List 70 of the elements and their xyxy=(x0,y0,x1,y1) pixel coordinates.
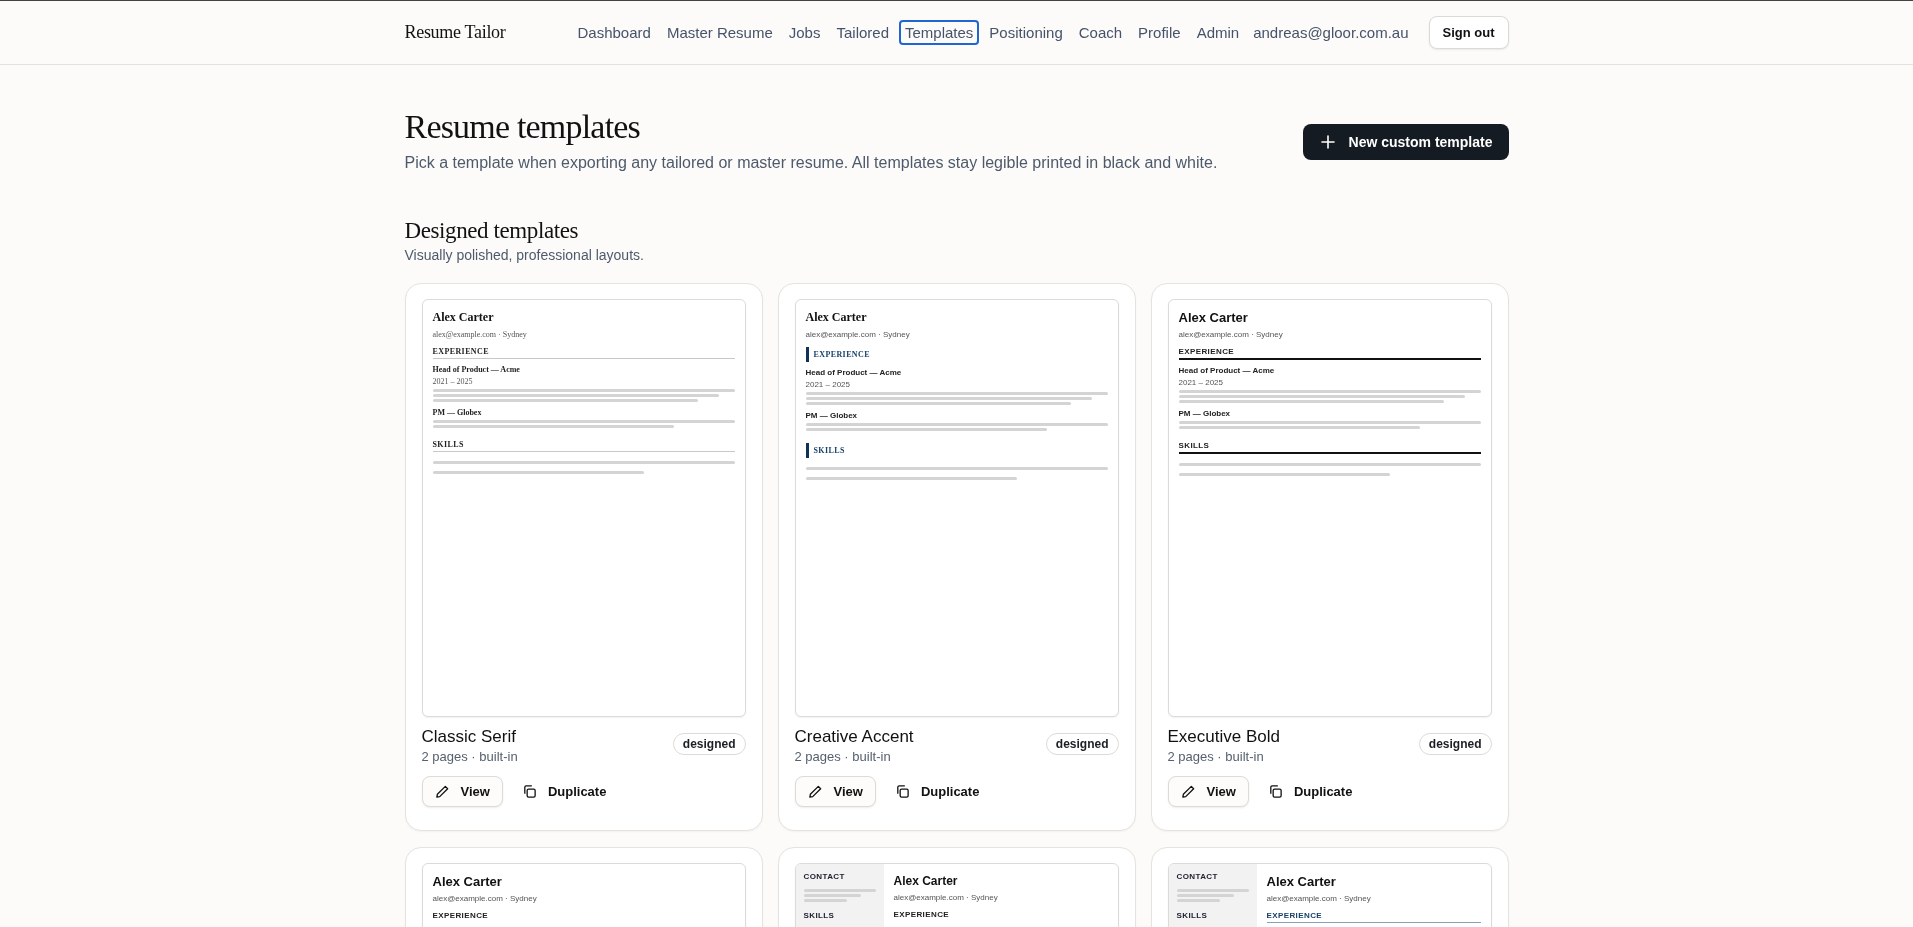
view-button[interactable]: View xyxy=(1167,776,1249,807)
nav-link[interactable]: Jobs xyxy=(782,20,827,45)
duplicate-button[interactable]: Duplicate xyxy=(893,776,993,807)
preview-contact: alex@example.com · Sydney xyxy=(893,893,999,902)
template-name: Executive Bold xyxy=(1167,727,1280,747)
nav-link[interactable]: Admin xyxy=(1190,20,1246,45)
preview-name: Alex Carter xyxy=(1178,310,1249,325)
copy-icon xyxy=(521,784,537,799)
preview-job-title: Head of Product — Acme xyxy=(1178,366,1276,375)
preview-job-title: PM — Globex xyxy=(805,411,859,420)
copy-icon xyxy=(894,784,910,799)
template-name: Classic Serif xyxy=(421,727,517,747)
duplicate-button[interactable]: Duplicate xyxy=(520,776,620,807)
preview-name: Alex Carter xyxy=(1266,874,1337,889)
template-meta: 2 pages · built-in xyxy=(794,749,892,764)
preview-contact: alex@example.com · Sydney xyxy=(805,330,911,339)
preview-section-heading: EXPERIENCE xyxy=(805,347,1108,362)
nav-link[interactable]: Dashboard xyxy=(571,20,657,45)
section-title: Designed templates xyxy=(404,218,580,244)
template-meta: 2 pages · built-in xyxy=(1167,749,1265,764)
page-subtitle: Pick a template when exporting any tailored or master resume. All templates stay legible printed in black and white. xyxy=(404,154,1218,172)
preview-section-heading: EXPERIENCE xyxy=(1178,347,1481,360)
nav-link[interactable]: Master Resume xyxy=(660,20,779,45)
preview-dates: 2021 – 2025 xyxy=(805,380,851,389)
brand-logo[interactable]: Resume Tailor xyxy=(404,22,506,43)
preview-section-heading: SKILLS xyxy=(803,911,836,922)
preview-section-heading: SKILLS xyxy=(805,443,1108,458)
section-subtitle: Visually polished, professional layouts. xyxy=(404,247,645,263)
preview-section-heading: EXPERIENCE xyxy=(432,347,735,359)
preview-contact: alex@example.com · Sydney xyxy=(432,330,528,339)
preview-name: Alex Carter xyxy=(432,310,495,325)
preview-section-heading: SKILLS xyxy=(1176,911,1209,922)
preview-dates: 2021 – 2025 xyxy=(432,377,474,386)
sign-out-button[interactable]: Sign out xyxy=(1428,16,1509,49)
preview-job-title: PM — Globex xyxy=(1178,409,1232,418)
template-meta: 2 pages · built-in xyxy=(421,749,518,764)
template-name: Creative Accent xyxy=(794,727,914,747)
nav-link[interactable]: Tailored xyxy=(830,20,895,45)
preview-name: Alex Carter xyxy=(432,874,503,889)
copy-icon xyxy=(1267,784,1283,799)
preview-section-heading: EXPERIENCE xyxy=(1266,911,1481,923)
preview-section-heading: EXPERIENCE xyxy=(893,910,951,921)
nav-link[interactable]: Positioning xyxy=(983,20,1069,45)
preview-contact: alex@example.com · Sydney xyxy=(1266,894,1372,903)
preview-section-heading: SKILLS xyxy=(1178,441,1481,454)
preview-contact: alex@example.com · Sydney xyxy=(432,894,538,903)
pencil-icon xyxy=(434,784,450,799)
preview-name: Alex Carter xyxy=(893,874,959,888)
nav-link[interactable]: Profile xyxy=(1132,20,1187,45)
preview-contact: alex@example.com · Sydney xyxy=(1178,330,1284,339)
preview-section-heading: EXPERIENCE xyxy=(432,911,490,922)
new-template-button[interactable]: New custom template xyxy=(1302,124,1509,160)
preview-job-title: PM — Globex xyxy=(432,408,483,417)
preview-job-title: Head of Product — Acme xyxy=(432,365,521,374)
nav-link[interactable]: Coach xyxy=(1072,20,1129,45)
preview-section-heading: SKILLS xyxy=(432,440,735,452)
pencil-icon xyxy=(1180,784,1196,799)
view-button[interactable]: View xyxy=(794,776,876,807)
nav-link[interactable]: Templates xyxy=(899,20,980,45)
preview-section-heading: CONTACT xyxy=(803,872,846,883)
user-email: andreas@gloor.com.au xyxy=(1253,24,1409,41)
preview-name: Alex Carter xyxy=(805,310,868,325)
preview-job-title: Head of Product — Acme xyxy=(805,368,903,377)
plus-icon xyxy=(1320,135,1335,149)
page-title: Resume templates xyxy=(404,108,642,146)
view-button[interactable]: View xyxy=(421,776,503,807)
duplicate-button[interactable]: Duplicate xyxy=(1266,776,1366,807)
preview-section-heading: CONTACT xyxy=(1176,872,1219,883)
pencil-icon xyxy=(807,784,823,799)
preview-dates: 2021 – 2025 xyxy=(1178,378,1224,387)
